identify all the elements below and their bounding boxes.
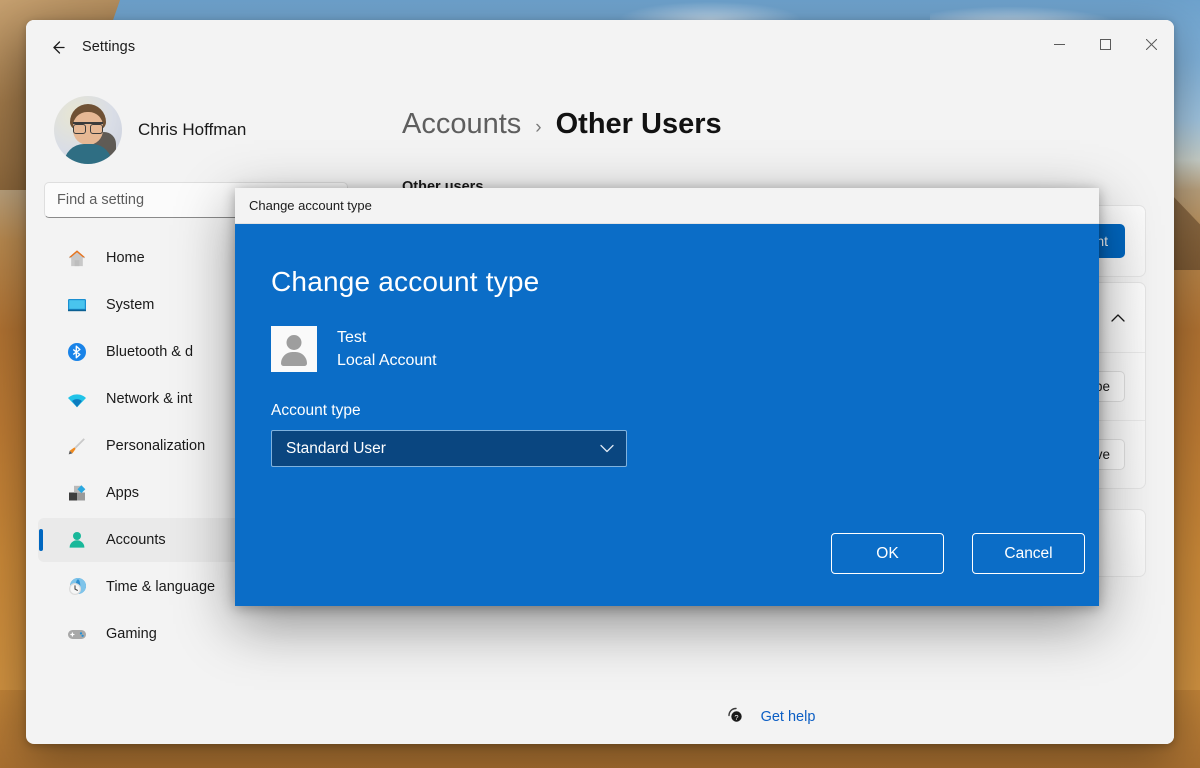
dialog-body: Change account type Test Local Account A… bbox=[235, 224, 1099, 606]
change-account-type-dialog: Change account type Change account type … bbox=[235, 188, 1099, 606]
chevron-down-icon bbox=[600, 440, 614, 458]
back-arrow-icon[interactable] bbox=[40, 30, 74, 64]
sidebar-item-label: Bluetooth & d bbox=[106, 344, 193, 360]
avatar bbox=[54, 96, 122, 164]
breadcrumb-parent[interactable]: Accounts bbox=[402, 108, 521, 141]
sidebar-item-label: Time & language bbox=[106, 579, 215, 595]
paintbrush-icon bbox=[66, 435, 88, 457]
get-help-row: ? Get help bbox=[366, 703, 1174, 730]
dialog-buttons: OK Cancel bbox=[831, 533, 1085, 574]
sidebar-item-label: Gaming bbox=[106, 626, 157, 642]
get-help-link[interactable]: Get help bbox=[761, 709, 816, 725]
desktop-wallpaper: Settings bbox=[0, 0, 1200, 768]
network-wifi-icon bbox=[66, 388, 88, 410]
sidebar-item-label: System bbox=[106, 297, 154, 313]
system-icon bbox=[66, 294, 88, 316]
settings-window: Settings bbox=[26, 20, 1174, 744]
profile-block[interactable]: Chris Hoffman bbox=[36, 74, 358, 182]
home-icon bbox=[66, 247, 88, 269]
account-type-field-label: Account type bbox=[271, 402, 1051, 420]
minimize-icon[interactable] bbox=[1036, 20, 1082, 68]
help-question-icon: ? bbox=[725, 703, 747, 730]
dialog-titlebar: Change account type bbox=[235, 188, 1099, 224]
maximize-icon[interactable] bbox=[1082, 20, 1128, 68]
gamepad-icon bbox=[66, 623, 88, 645]
chevron-up-icon[interactable] bbox=[1111, 310, 1125, 325]
dialog-user-block: Test Local Account bbox=[271, 326, 1051, 372]
account-type-selected-value: Standard User bbox=[286, 440, 386, 458]
sidebar-item-label: Network & int bbox=[106, 391, 192, 407]
profile-name: Chris Hoffman bbox=[138, 120, 246, 140]
sidebar-item-label: Accounts bbox=[106, 532, 166, 548]
apps-icon bbox=[66, 482, 88, 504]
account-type-dropdown[interactable]: Standard User bbox=[271, 430, 627, 467]
accounts-icon bbox=[66, 529, 88, 551]
dialog-user-account-type: Local Account bbox=[337, 349, 437, 372]
window-titlebar: Settings bbox=[26, 20, 1174, 74]
sidebar-item-gaming[interactable]: Gaming bbox=[38, 612, 352, 656]
bluetooth-icon bbox=[66, 341, 88, 363]
cancel-button[interactable]: Cancel bbox=[972, 533, 1085, 574]
sidebar-item-label: Home bbox=[106, 250, 145, 266]
chevron-right-icon: › bbox=[535, 117, 541, 139]
window-title: Settings bbox=[82, 39, 135, 55]
close-icon[interactable] bbox=[1128, 20, 1174, 68]
svg-text:?: ? bbox=[734, 713, 738, 722]
dialog-heading: Change account type bbox=[271, 266, 1051, 298]
ok-button[interactable]: OK bbox=[831, 533, 944, 574]
window-controls bbox=[1036, 20, 1174, 68]
breadcrumb: Accounts › Other Users bbox=[402, 108, 1174, 141]
sidebar-item-label: Personalization bbox=[106, 438, 205, 454]
person-placeholder-icon bbox=[271, 326, 317, 372]
dialog-titlebar-title: Change account type bbox=[249, 198, 372, 213]
clock-globe-icon bbox=[66, 576, 88, 598]
page-title: Other Users bbox=[556, 108, 722, 141]
dialog-user-name: Test bbox=[337, 326, 437, 349]
sidebar-item-label: Apps bbox=[106, 485, 139, 501]
